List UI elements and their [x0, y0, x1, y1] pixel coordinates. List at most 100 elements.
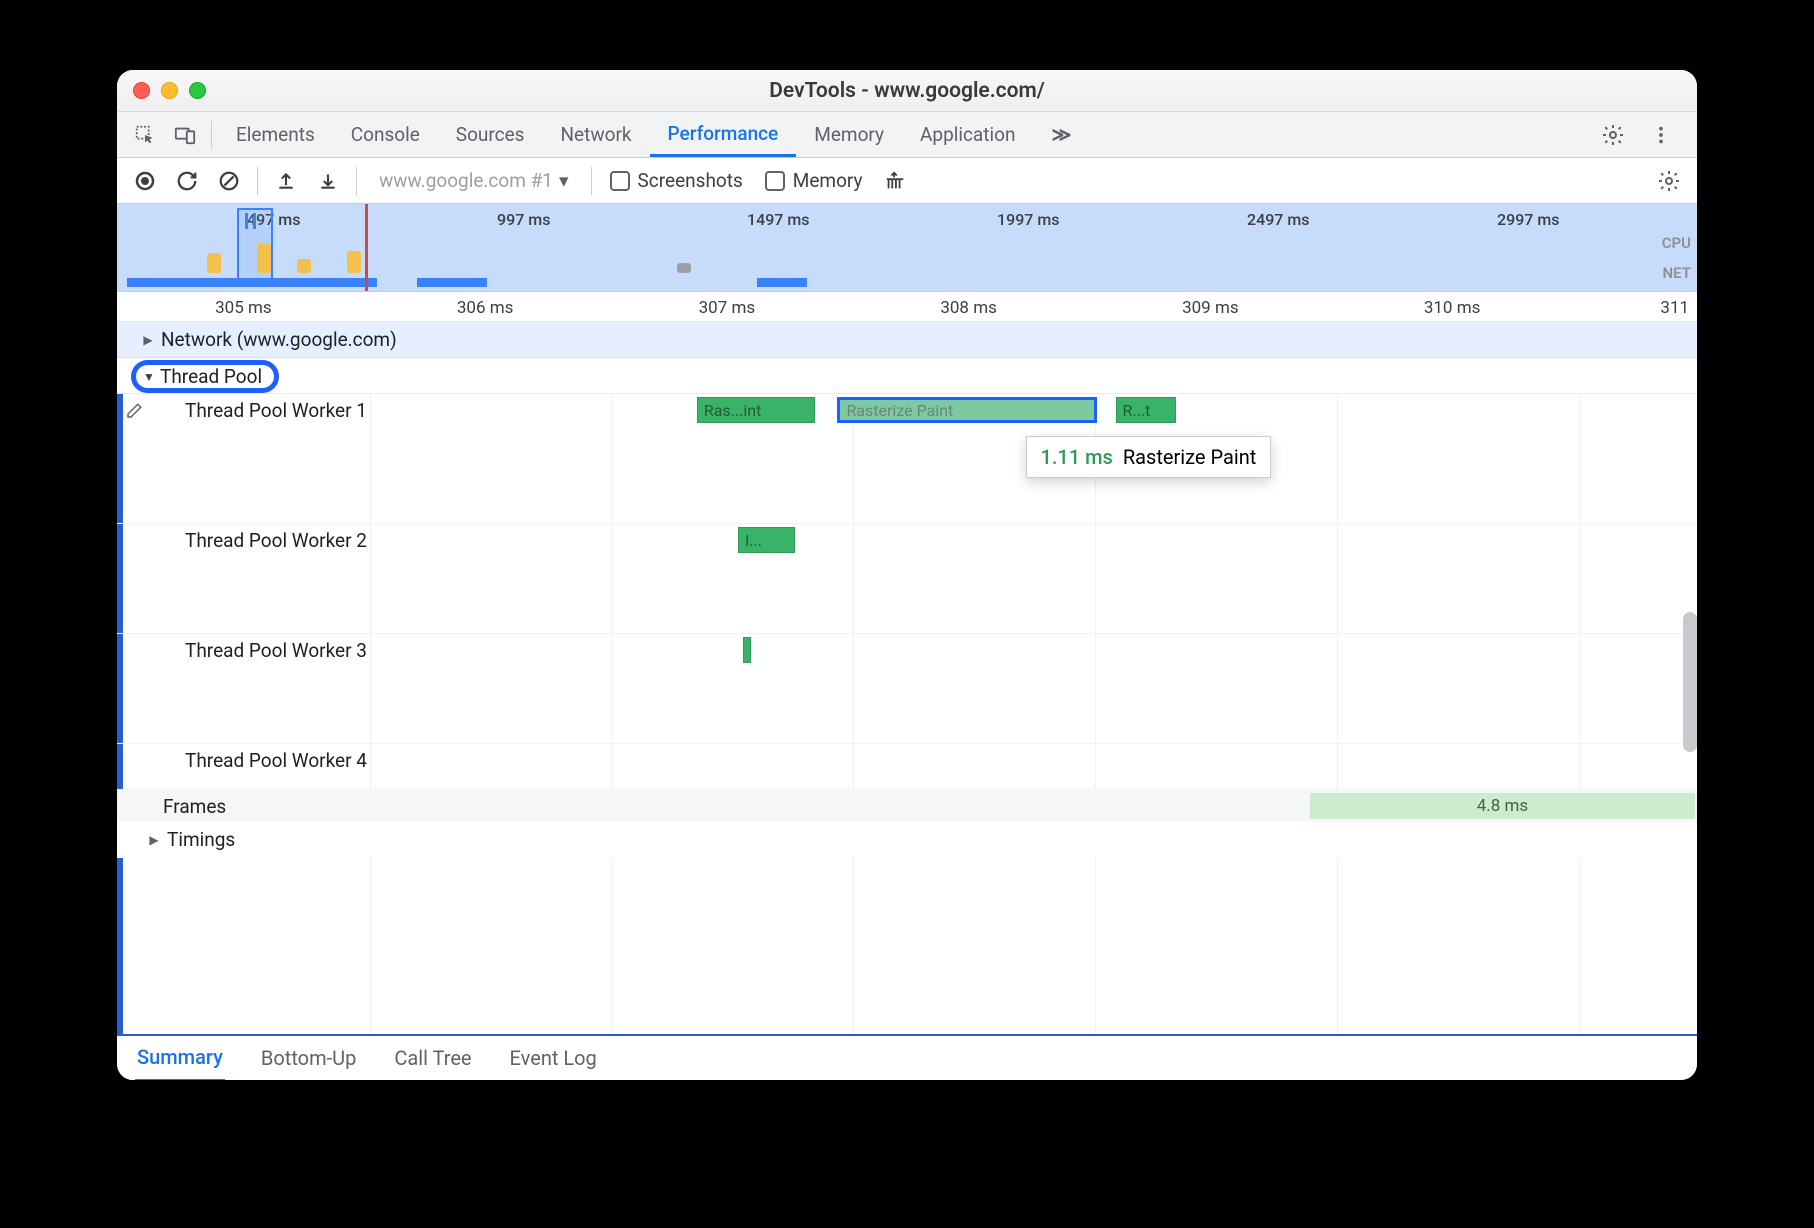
overview-activity: [677, 263, 691, 273]
tabs-overflow-icon[interactable]: ≫: [1033, 112, 1089, 157]
tab-performance[interactable]: Performance: [650, 112, 797, 157]
vertical-scrollbar[interactable]: [1683, 612, 1697, 752]
kebab-icon[interactable]: [1641, 115, 1681, 155]
flame-span[interactable]: [743, 637, 751, 663]
tab-memory[interactable]: Memory: [796, 112, 902, 157]
flame-span[interactable]: R...t: [1116, 397, 1176, 423]
tab-network[interactable]: Network: [542, 112, 649, 157]
memory-checkbox[interactable]: Memory: [755, 169, 873, 192]
garbage-collect-icon[interactable]: [875, 161, 915, 201]
ruler-tick: 309 ms: [1182, 298, 1239, 318]
disclosure-down-icon[interactable]: ▼: [142, 370, 156, 384]
overview-activity: [207, 253, 221, 273]
separator: [356, 167, 357, 195]
capture-settings-gear-icon[interactable]: [1649, 161, 1689, 201]
worker-label: Thread Pool Worker 3: [185, 639, 367, 662]
device-toggle-icon[interactable]: [165, 115, 205, 155]
overview-timeline[interactable]: 497 ms 997 ms 1497 ms 1997 ms 2497 ms 29…: [117, 204, 1697, 292]
overview-cpu-label: CPU: [1662, 234, 1691, 252]
ruler-tick: 310 ms: [1424, 298, 1481, 318]
worker-label: Thread Pool Worker 1: [185, 399, 367, 422]
overview-net-bar: [757, 278, 807, 287]
edit-icon[interactable]: [125, 402, 143, 420]
tooltip-duration: 1.11 ms: [1041, 445, 1113, 469]
ruler-tick: 305 ms: [215, 298, 272, 318]
tab-call-tree[interactable]: Call Tree: [392, 1036, 473, 1080]
disclosure-right-icon[interactable]: ▶: [141, 333, 155, 347]
detail-tabs: Summary Bottom-Up Call Tree Event Log: [117, 1034, 1697, 1080]
ruler-tick: 307 ms: [699, 298, 756, 318]
checkbox-icon: [765, 171, 785, 191]
screenshots-label: Screenshots: [638, 169, 743, 192]
hover-tooltip: 1.11 ms Rasterize Paint: [1026, 436, 1272, 478]
overview-net-bar: [417, 278, 487, 287]
download-icon[interactable]: [308, 161, 348, 201]
tab-event-log[interactable]: Event Log: [508, 1036, 599, 1080]
checkbox-icon: [610, 171, 630, 191]
flame-span-selected[interactable]: Rasterize Paint: [837, 397, 1096, 423]
timings-track[interactable]: ▶ Timings: [117, 822, 1697, 858]
worker-lane-1[interactable]: Thread Pool Worker 1 Ras...int Rasterize…: [117, 394, 1697, 524]
overview-tick: 1497 ms: [747, 210, 810, 229]
window-title: DevTools - www.google.com/: [117, 79, 1697, 103]
memory-label: Memory: [793, 169, 863, 192]
flame-span[interactable]: Ras...int: [697, 397, 816, 423]
profile-select[interactable]: www.google.com #1 ▾: [365, 169, 583, 192]
traffic-lights: [133, 82, 206, 99]
close-icon[interactable]: [133, 82, 150, 99]
frames-label: Frames: [163, 795, 226, 818]
network-track-header[interactable]: ▶ Network (www.google.com): [117, 322, 1697, 358]
tab-sources[interactable]: Sources: [438, 112, 543, 157]
overview-tick: 997 ms: [497, 210, 550, 229]
overview-activity: [257, 243, 271, 273]
threadpool-label: Thread Pool: [160, 365, 262, 388]
upload-icon[interactable]: [266, 161, 306, 201]
overview-tick: 1997 ms: [997, 210, 1060, 229]
separator: [257, 167, 258, 195]
minimize-icon[interactable]: [161, 82, 178, 99]
flame-chart[interactable]: ▶ Network (www.google.com) ▼ Thread Pool…: [117, 322, 1697, 1034]
chevron-down-icon: ▾: [559, 169, 569, 192]
overview-tick: 2997 ms: [1497, 210, 1560, 229]
overview-tick: 2497 ms: [1247, 210, 1310, 229]
tooltip-name: Rasterize Paint: [1123, 445, 1257, 469]
ruler-tick: 308 ms: [940, 298, 997, 318]
worker-lane-4[interactable]: Thread Pool Worker 4: [117, 744, 1697, 790]
frame-bar[interactable]: 4.8 ms: [1310, 793, 1695, 819]
gear-icon[interactable]: [1593, 115, 1633, 155]
panel-tabs: Elements Console Sources Network Perform…: [117, 112, 1697, 158]
highlight-ring: ▼ Thread Pool: [131, 360, 279, 393]
profile-select-label: www.google.com #1: [379, 169, 553, 192]
worker-lane-3[interactable]: Thread Pool Worker 3: [117, 634, 1697, 744]
perf-toolbar: www.google.com #1 ▾ Screenshots Memory: [117, 158, 1697, 204]
overview-net-bar: [127, 278, 377, 287]
separator: [211, 121, 212, 149]
tab-console[interactable]: Console: [333, 112, 438, 157]
titlebar: DevTools - www.google.com/: [117, 70, 1697, 112]
separator: [591, 167, 592, 195]
devtools-window: DevTools - www.google.com/ Elements Cons…: [117, 70, 1697, 1080]
overview-marker: [365, 204, 368, 291]
record-icon[interactable]: [125, 161, 165, 201]
reload-icon[interactable]: [167, 161, 207, 201]
ruler-tick: 306 ms: [457, 298, 514, 318]
disclosure-right-icon[interactable]: ▶: [147, 833, 161, 847]
screenshots-checkbox[interactable]: Screenshots: [600, 169, 753, 192]
detail-ruler[interactable]: 305 ms 306 ms 307 ms 308 ms 309 ms 310 m…: [117, 292, 1697, 322]
tab-elements[interactable]: Elements: [218, 112, 333, 157]
overview-net-label: NET: [1663, 264, 1691, 282]
worker-lane-2[interactable]: Thread Pool Worker 2 I...: [117, 524, 1697, 634]
tab-summary[interactable]: Summary: [135, 1035, 225, 1081]
tab-bottom-up[interactable]: Bottom-Up: [259, 1036, 358, 1080]
network-label: Network (www.google.com): [161, 328, 397, 351]
threadpool-track-header[interactable]: ▼ Thread Pool: [117, 358, 1697, 394]
zoom-icon[interactable]: [189, 82, 206, 99]
clear-icon[interactable]: [209, 161, 249, 201]
flame-span[interactable]: I...: [738, 527, 795, 553]
worker-label: Thread Pool Worker 4: [185, 749, 367, 772]
inspect-icon[interactable]: [125, 115, 165, 155]
frames-track[interactable]: Frames 4.8 ms: [117, 790, 1697, 822]
tab-application[interactable]: Application: [902, 112, 1033, 157]
overview-activity: [347, 251, 361, 273]
timings-label: Timings: [167, 828, 235, 851]
